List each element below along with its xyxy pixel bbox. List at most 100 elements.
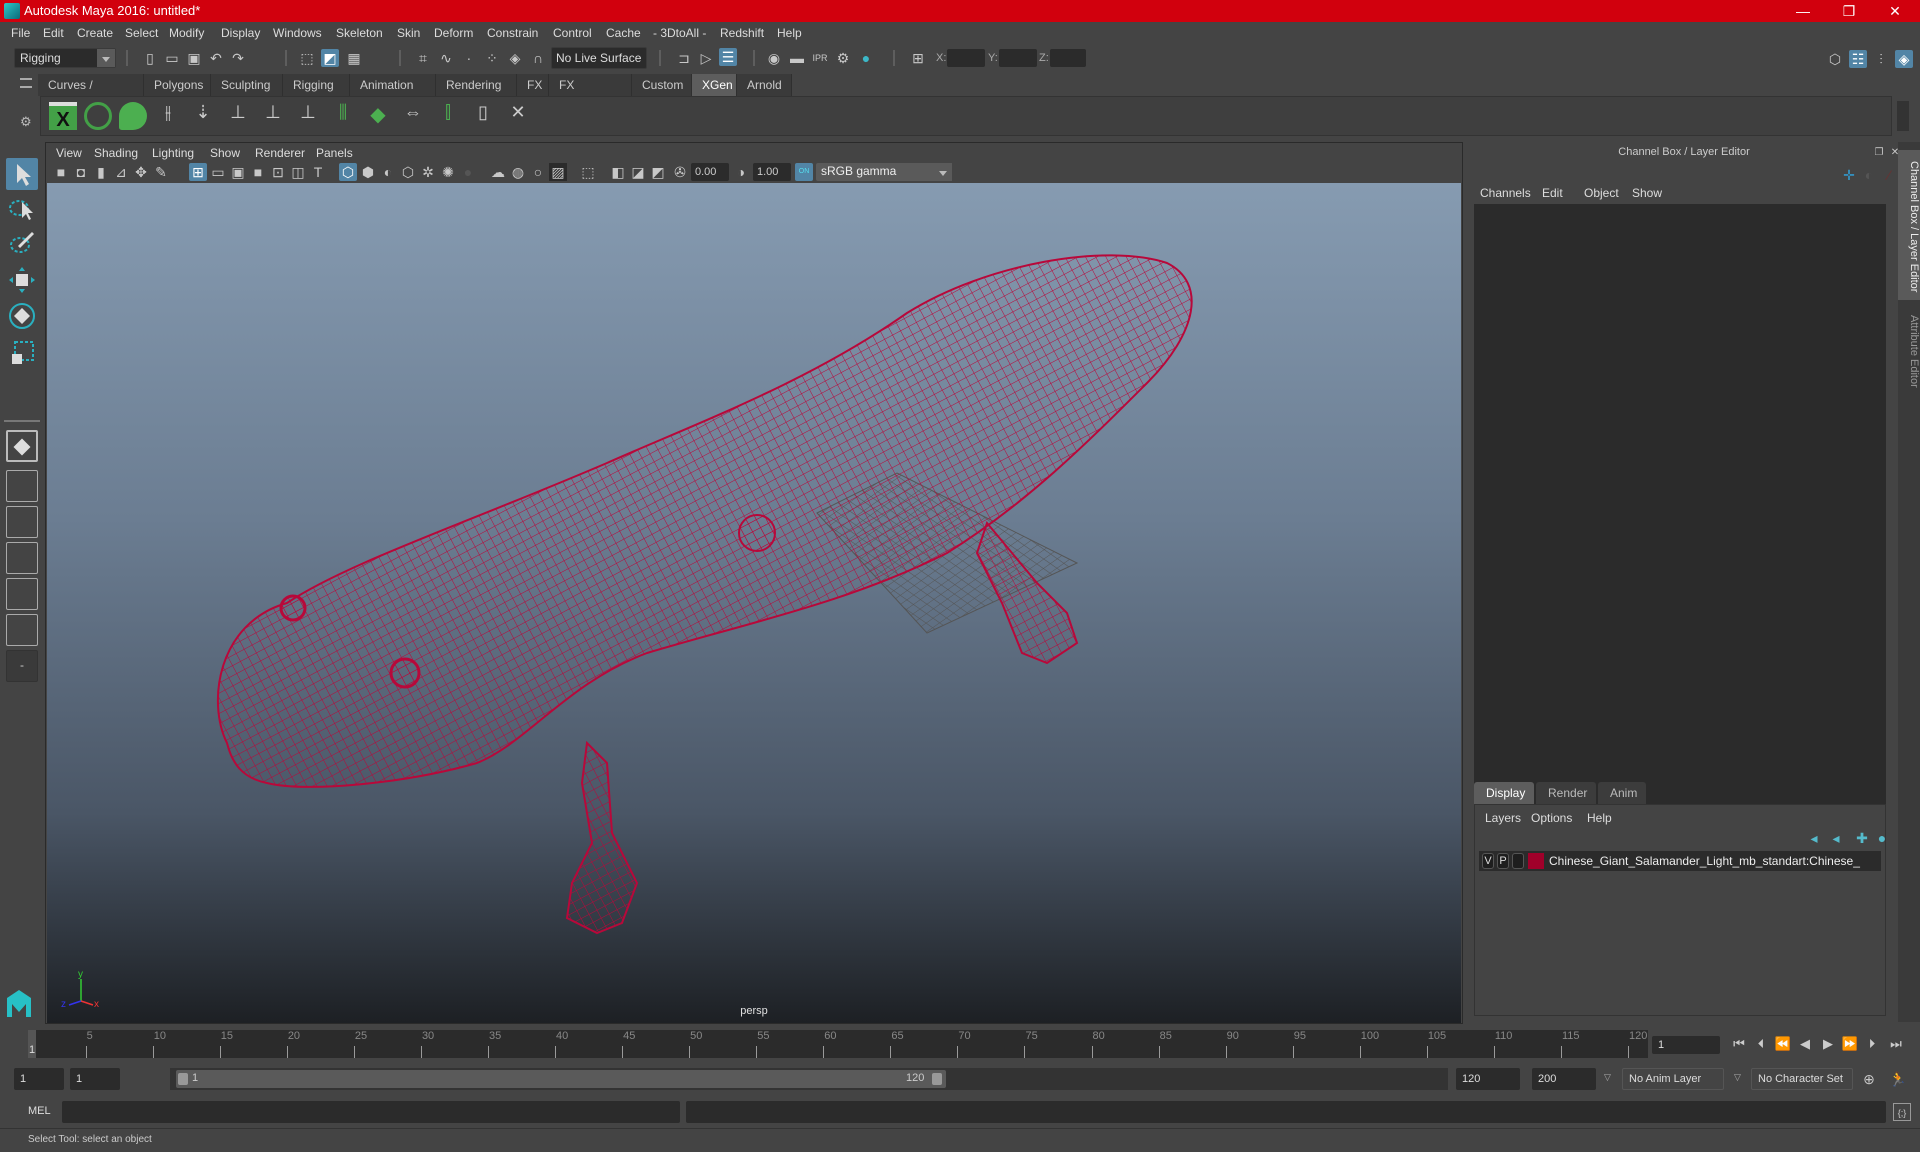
shelf-tab-custom[interactable]: Custom	[632, 74, 692, 96]
hypershade-icon[interactable]: ●	[857, 49, 875, 67]
move-tool-icon[interactable]	[6, 264, 38, 296]
tool-settings-icon[interactable]: ⫶	[1872, 50, 1890, 68]
menu-deform[interactable]: Deform	[434, 26, 473, 40]
time-slider[interactable]: 1 5 10 15 20 25 30 35 40 45 50 55 60 65 70 75 80 85 90 95 1…	[28, 1030, 1648, 1058]
channels-menu-edit[interactable]: Edit	[1542, 186, 1563, 200]
grease-pencil-icon[interactable]: ✎	[152, 163, 170, 181]
use-all-lights-icon[interactable]: ✺	[439, 163, 457, 181]
command-input[interactable]	[62, 1101, 680, 1123]
motion-blur-icon[interactable]: ◍	[509, 163, 527, 181]
safe-title-icon[interactable]: T	[309, 163, 327, 181]
play-backwards-icon[interactable]: ◀	[1795, 1034, 1815, 1054]
play-forwards-icon[interactable]: ▶	[1818, 1034, 1838, 1054]
shelf-tab-fx[interactable]: FX	[517, 74, 549, 96]
select-component-icon[interactable]: ▦	[345, 49, 363, 67]
viewport-menu-shading[interactable]: Shading	[94, 146, 138, 160]
range-end-handle[interactable]	[932, 1073, 942, 1085]
xgen-rebuild-icon[interactable]: ⇔	[399, 102, 427, 130]
character-set-chevron-icon[interactable]: ▽	[1734, 1072, 1741, 1083]
playback-start-field[interactable]: 1	[70, 1068, 120, 1090]
viewport-menu-renderer[interactable]: Renderer	[255, 146, 305, 160]
layer-display-type-toggle[interactable]	[1512, 853, 1524, 869]
side-tab-attribute-editor[interactable]: Attribute Editor	[1898, 306, 1920, 396]
wireframe-on-shaded-icon[interactable]: ⬡	[399, 163, 417, 181]
paint-select-tool-icon[interactable]	[6, 226, 38, 258]
shelf-tab-rigging[interactable]: Rigging	[283, 74, 350, 96]
xgen-place-guides-icon[interactable]: ⇣	[189, 102, 217, 130]
z-field[interactable]	[1050, 49, 1086, 67]
select-tool-icon[interactable]	[6, 158, 38, 190]
y-field[interactable]	[999, 49, 1037, 67]
shelf-tab-curves-surfaces[interactable]: Curves / Surfaces	[38, 74, 144, 114]
xgen-guide-visibility-icon[interactable]: ⊥	[259, 102, 287, 130]
restore-button[interactable]: ❐	[1826, 0, 1872, 22]
screen-space-ao-icon[interactable]: ☁	[489, 163, 507, 181]
layer-menu-options[interactable]: Options	[1531, 811, 1572, 825]
auto-key-icon[interactable]: ⊕	[1860, 1070, 1878, 1088]
single-perspective-layout-icon[interactable]	[6, 430, 38, 462]
ipr-render-icon[interactable]: IPR	[811, 49, 829, 67]
script-editor-icon[interactable]: {;}	[1893, 1103, 1911, 1121]
shelf-tab-rendering[interactable]: Rendering	[436, 74, 517, 96]
film-gate-icon[interactable]: ▭	[209, 163, 227, 181]
viewport-menu-lighting[interactable]: Lighting	[152, 146, 194, 160]
channels-menu-channels[interactable]: Channels	[1480, 186, 1531, 200]
menu-redshift[interactable]: Redshift	[720, 26, 764, 40]
anim-layer-chevron-icon[interactable]: ▽	[1604, 1072, 1611, 1083]
xgen-create-description-icon[interactable]	[119, 102, 147, 130]
move-layer-down-icon[interactable]: ◂	[1827, 829, 1845, 847]
xray-active-components-icon[interactable]: ◪	[629, 163, 647, 181]
xgen-guide-grid-icon[interactable]: ◆	[364, 102, 392, 130]
render-settings-icon[interactable]: ⚙	[834, 49, 852, 67]
shelf-tab-sculpting[interactable]: Sculpting	[211, 74, 283, 96]
menu-file[interactable]: File	[11, 26, 30, 40]
shadows-icon[interactable]: ●	[459, 163, 477, 181]
new-layer-selected-icon[interactable]: ●	[1873, 829, 1891, 847]
menu-edit[interactable]: Edit	[43, 26, 64, 40]
xgen-lock-guides-icon[interactable]: ⊥	[294, 102, 322, 130]
layer-visibility-toggle[interactable]: V	[1482, 853, 1494, 869]
open-scene-icon[interactable]: ▭	[163, 49, 181, 67]
layer-menu-help[interactable]: Help	[1587, 811, 1612, 825]
transform-snap-icon[interactable]: ⊞	[909, 49, 927, 67]
layer-row[interactable]: V P Chinese_Giant_Salamander_Light_mb_st…	[1479, 851, 1881, 871]
hyperbolic-icon[interactable]: ⁄	[1880, 166, 1898, 184]
attribute-editor-toggle-icon[interactable]: ☷	[1849, 50, 1867, 68]
color-space-dropdown[interactable]: sRGB gamma	[816, 163, 952, 181]
snap-curve-icon[interactable]: ∿	[437, 49, 455, 67]
textured-icon[interactable]: ✲	[419, 163, 437, 181]
multisample-aa-icon[interactable]: ○	[529, 163, 547, 181]
exposure-field[interactable]: 0.00	[691, 163, 729, 181]
xgen-editor-icon[interactable]: X	[49, 102, 77, 131]
range-slider-handle-bar[interactable]: 1 120	[176, 1070, 946, 1088]
manipulator-axis-icon[interactable]: ✛	[1840, 166, 1858, 184]
speed-icon[interactable]: ◐	[1860, 166, 1878, 184]
anim-layer-dropdown[interactable]: No Anim Layer	[1622, 1068, 1724, 1090]
isolate-select-icon[interactable]: ⬚	[579, 163, 597, 181]
close-window-button[interactable]: ✕	[1872, 0, 1918, 22]
bookmark-icon[interactable]: ▮	[92, 163, 110, 181]
menuset-dropdown[interactable]: Rigging	[14, 48, 116, 68]
snap-magnet-icon[interactable]: ∩	[529, 49, 547, 67]
step-back-key-icon[interactable]: ⏪	[1773, 1034, 1793, 1054]
character-set-dropdown[interactable]: No Character Set	[1751, 1068, 1853, 1090]
resolution-gate-icon[interactable]: ▣	[229, 163, 247, 181]
gamma-icon[interactable]: ◑	[732, 163, 750, 181]
xgen-add-guide-icon[interactable]: ⫲	[154, 102, 182, 130]
color-management-toggle[interactable]: ON	[795, 163, 813, 181]
scale-tool-icon[interactable]	[6, 336, 38, 368]
shelf-settings-gear-icon[interactable]: ⚙	[20, 114, 32, 130]
menu-3dtoall[interactable]: - 3DtoAll -	[653, 26, 706, 40]
camera-select-icon[interactable]: ■	[52, 163, 70, 181]
playback-end-field[interactable]: 120	[1456, 1068, 1520, 1090]
menu-control[interactable]: Control	[553, 26, 592, 40]
viewport-menu-panels[interactable]: Panels	[316, 146, 353, 160]
input-ops-icon[interactable]: ⊐	[675, 49, 693, 67]
rotate-tool-icon[interactable]	[6, 300, 38, 332]
grid-toggle-icon[interactable]: ⊞	[189, 163, 207, 181]
menu-select[interactable]: Select	[125, 26, 158, 40]
field-chart-icon[interactable]: ⊡	[269, 163, 287, 181]
new-empty-layer-icon[interactable]: ✚	[1853, 829, 1871, 847]
layer-tab-display[interactable]: Display	[1474, 782, 1534, 804]
channels-menu-object[interactable]: Object	[1584, 186, 1619, 200]
